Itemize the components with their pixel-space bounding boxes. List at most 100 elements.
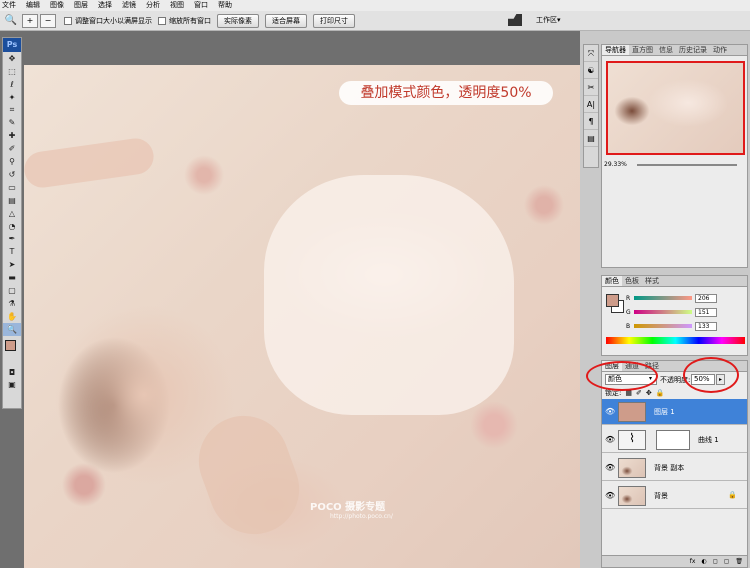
- resize-windows-checkbox[interactable]: 调整窗口大小以满屏显示: [64, 16, 152, 26]
- channel-slider[interactable]: [634, 310, 692, 314]
- layers-action-icon[interactable]: 🗑: [735, 558, 743, 565]
- color-tab[interactable]: 样式: [642, 276, 662, 286]
- color-swatches[interactable]: [3, 336, 21, 366]
- collapsed-panel-strip: ⤧ ☯ ✂ A| ¶ ▤: [583, 44, 599, 168]
- layer-row[interactable]: 👁 图层 1: [602, 399, 747, 425]
- navigator-tab[interactable]: 直方图: [629, 45, 656, 55]
- notes-tool-icon[interactable]: ▢: [3, 284, 21, 297]
- annotation-blend-mode: [586, 361, 658, 391]
- layer-row[interactable]: 👁 ⌇ 曲线 1: [602, 427, 747, 453]
- channel-value-input[interactable]: 151: [695, 307, 717, 317]
- menu-item[interactable]: 分析: [146, 0, 160, 11]
- layer-row[interactable]: 👁 背景 副本: [602, 455, 747, 481]
- layers-action-icon[interactable]: ▢: [724, 558, 730, 565]
- lasso-tool-icon[interactable]: ℓ: [3, 78, 21, 91]
- panel-strip-icon[interactable]: ▤: [584, 130, 598, 147]
- zoom-tool-icon[interactable]: 🔍: [3, 322, 21, 336]
- navigator-zoom-slider[interactable]: [637, 164, 737, 166]
- workspace-menu[interactable]: 工作区 ▾: [508, 14, 561, 26]
- eye-icon[interactable]: 👁: [605, 435, 615, 444]
- menu-item[interactable]: 图层: [74, 0, 88, 11]
- fit-screen-button[interactable]: 适合屏幕: [265, 13, 307, 28]
- path-selection-tool-icon[interactable]: ➤: [3, 258, 21, 271]
- panel-strip-icon[interactable]: ¶: [584, 113, 598, 130]
- menu-item[interactable]: 视图: [170, 0, 184, 11]
- color-tab[interactable]: 颜色: [602, 276, 622, 286]
- layers-bottom-bar: fx ◐ ◻ ▢ 🗑: [602, 555, 747, 567]
- eyedropper-tool-icon[interactable]: ⚗: [3, 297, 21, 310]
- menu-item[interactable]: 文件: [2, 0, 16, 11]
- menu-item[interactable]: 图像: [50, 0, 64, 11]
- menu-bar: 文件 编辑 图像 图层 选择 滤镜 分析 视图 窗口 帮助: [0, 0, 750, 11]
- lock-position-icon[interactable]: ✥: [646, 389, 652, 397]
- photo-arm-region: [24, 136, 156, 190]
- layer-thumbnail: [618, 486, 646, 506]
- panel-strip-icon[interactable]: A|: [584, 96, 598, 113]
- zoom-tool-icon[interactable]: 🔍: [0, 13, 22, 29]
- menu-item[interactable]: 编辑: [26, 0, 40, 11]
- channel-slider[interactable]: [634, 296, 692, 300]
- lock-all-icon[interactable]: 🔒: [656, 389, 665, 397]
- layers-action-icon[interactable]: ◻: [713, 558, 718, 565]
- color-spectrum[interactable]: [606, 337, 745, 344]
- eraser-tool-icon[interactable]: ▭: [3, 181, 21, 194]
- panel-strip-icon[interactable]: ☯: [584, 62, 598, 79]
- history-brush-tool-icon[interactable]: ↺: [3, 168, 21, 181]
- zoom-in-button[interactable]: +: [22, 13, 38, 28]
- marquee-tool-icon[interactable]: ⬚: [3, 65, 21, 78]
- document-canvas[interactable]: 叠加模式颜色，透明度50% POCO 摄影专题 http://photo.poc…: [24, 65, 580, 568]
- ps-logo: Ps: [3, 38, 21, 52]
- gradient-tool-icon[interactable]: ▤: [3, 194, 21, 207]
- layers-action-icon[interactable]: ◐: [701, 558, 706, 565]
- channel-value-input[interactable]: 133: [695, 321, 717, 331]
- eye-icon[interactable]: 👁: [605, 407, 615, 416]
- panel-strip-icon[interactable]: ⤧: [584, 45, 598, 62]
- type-tool-icon[interactable]: T: [3, 245, 21, 258]
- screen-mode-icon[interactable]: ▣: [3, 378, 21, 391]
- navigator-tab[interactable]: 信息: [656, 45, 676, 55]
- color-tabs: 颜色 色板 样式: [602, 276, 747, 287]
- color-fg-swatch[interactable]: [606, 294, 619, 307]
- panel-strip-icon[interactable]: ✂: [584, 79, 598, 96]
- lock-pixels-icon[interactable]: ✐: [636, 389, 642, 397]
- layers-action-icon[interactable]: fx: [690, 558, 696, 565]
- crop-tool-icon[interactable]: ⌗: [3, 104, 21, 117]
- navigator-tab[interactable]: 动作: [710, 45, 730, 55]
- layer-row[interactable]: 👁 背景 🔒: [602, 483, 747, 509]
- menu-item[interactable]: 选择: [98, 0, 112, 11]
- color-tab[interactable]: 色板: [622, 276, 642, 286]
- shape-tool-icon[interactable]: ▬: [3, 271, 21, 284]
- pen-tool-icon[interactable]: ✒: [3, 232, 21, 245]
- eye-icon[interactable]: 👁: [605, 491, 615, 500]
- menu-item[interactable]: 滤镜: [122, 0, 136, 11]
- menu-item[interactable]: 帮助: [218, 0, 232, 11]
- channel-slider[interactable]: [634, 324, 692, 328]
- channel-label: G: [626, 308, 631, 316]
- channel-value-input[interactable]: 206: [695, 293, 717, 303]
- photo-gown-region: [264, 175, 514, 415]
- menu-item[interactable]: 窗口: [194, 0, 208, 11]
- print-size-button[interactable]: 打印尺寸: [313, 13, 355, 28]
- zoom-all-windows-checkbox[interactable]: 缩放所有窗口: [158, 16, 211, 26]
- channel-label: B: [626, 322, 631, 330]
- magic-wand-tool-icon[interactable]: ✦: [3, 91, 21, 104]
- slice-tool-icon[interactable]: ✎: [3, 116, 21, 129]
- layer-thumbnail: [618, 458, 646, 478]
- navigator-thumbnail[interactable]: [606, 61, 745, 155]
- hand-tool-icon[interactable]: ✋: [3, 310, 21, 323]
- navigator-zoom[interactable]: 29.33%: [604, 161, 627, 168]
- dodge-tool-icon[interactable]: ◔: [3, 220, 21, 233]
- move-tool-icon[interactable]: ✥: [3, 52, 21, 65]
- eye-icon[interactable]: 👁: [605, 463, 615, 472]
- layer-name: 背景: [654, 492, 668, 500]
- blur-tool-icon[interactable]: △: [3, 207, 21, 220]
- healing-tool-icon[interactable]: ✚: [3, 129, 21, 142]
- actual-pixels-button[interactable]: 实际像素: [217, 13, 259, 28]
- navigator-tab[interactable]: 历史记录: [676, 45, 710, 55]
- navigator-tab[interactable]: 导航器: [602, 45, 629, 55]
- zoom-out-button[interactable]: −: [40, 13, 56, 28]
- stamp-tool-icon[interactable]: ⚲: [3, 155, 21, 168]
- brush-tool-icon[interactable]: ✐: [3, 142, 21, 155]
- foreground-color-swatch[interactable]: [5, 339, 16, 351]
- quick-mask-icon[interactable]: ◘: [3, 366, 21, 379]
